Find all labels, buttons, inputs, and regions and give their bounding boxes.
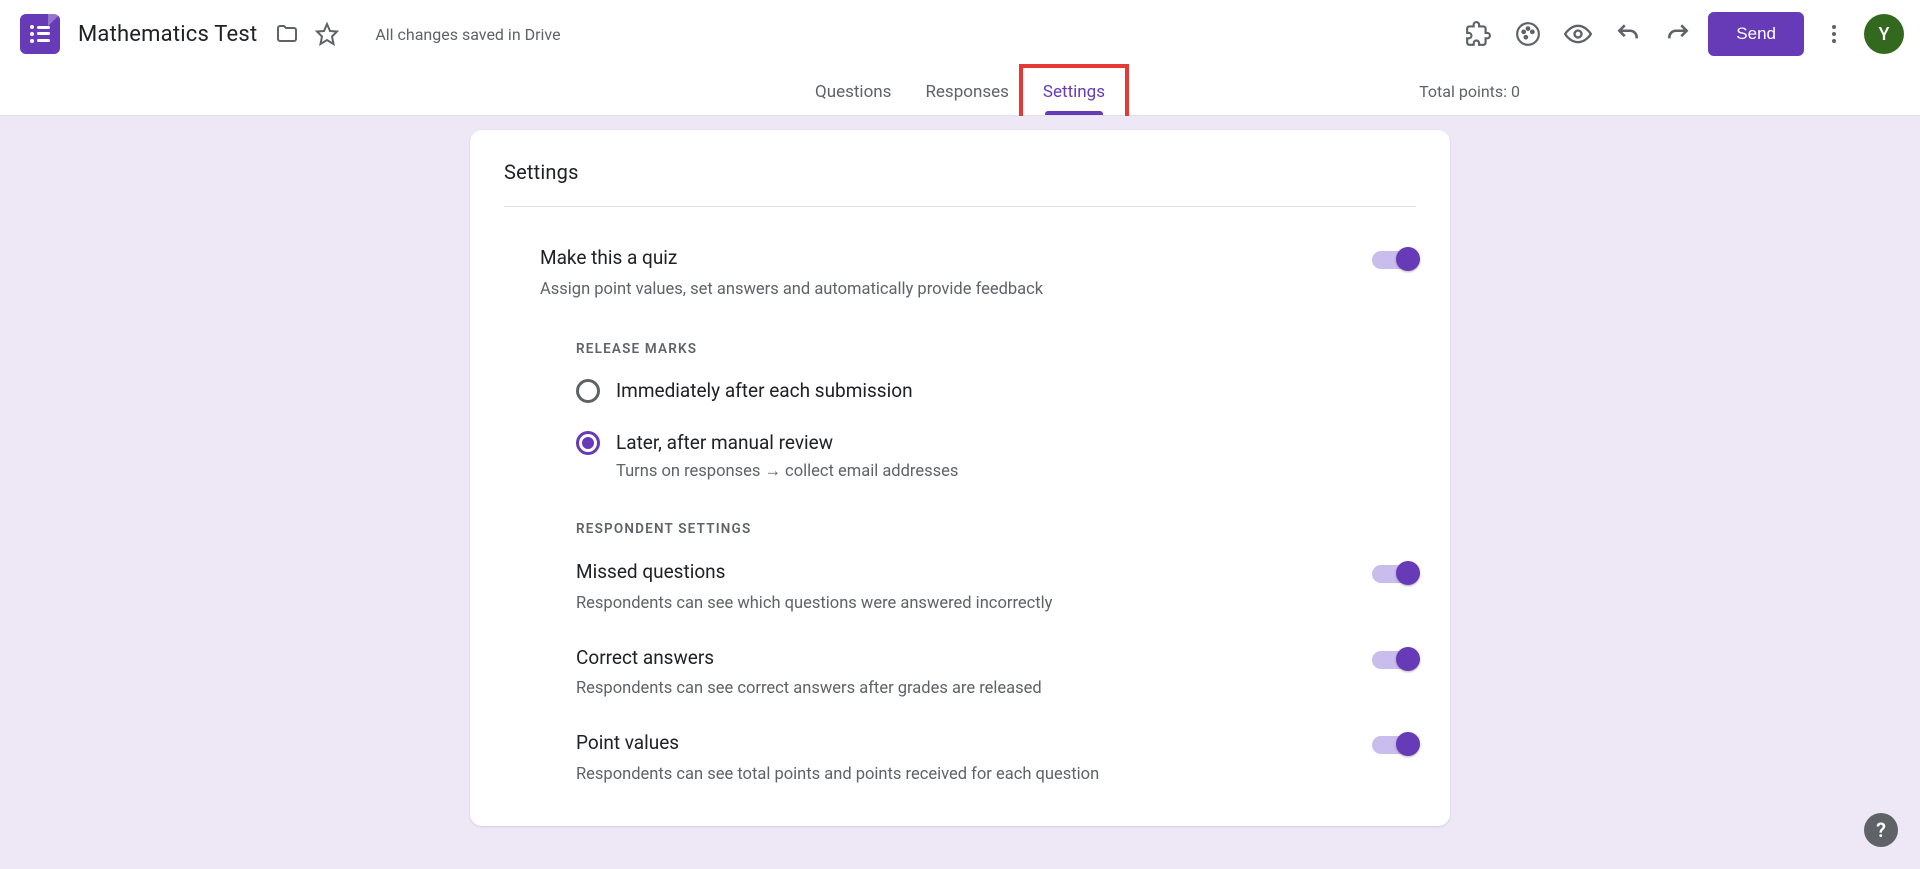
document-title[interactable]: Mathematics Test xyxy=(78,22,257,47)
more-options-icon[interactable] xyxy=(1814,14,1854,54)
settings-card: Settings Make this a quiz Assign point v… xyxy=(470,130,1450,826)
point-values-toggle[interactable] xyxy=(1372,736,1416,754)
preview-icon[interactable] xyxy=(1558,14,1598,54)
respondent-settings-heading: RESPONDENT SETTINGS xyxy=(576,521,1416,537)
addons-icon[interactable] xyxy=(1458,14,1498,54)
release-marks-heading: RELEASE MARKS xyxy=(576,341,1416,357)
save-status: All changes saved in Drive xyxy=(375,25,560,44)
release-option-label: Later, after manual review xyxy=(616,431,958,456)
account-avatar[interactable]: Y xyxy=(1864,14,1904,54)
quiz-toggle-desc: Assign point values, set answers and aut… xyxy=(540,278,1043,301)
tab-settings[interactable]: Settings xyxy=(1041,68,1107,115)
forms-logo-icon[interactable] xyxy=(20,14,60,54)
correct-answers-title: Correct answers xyxy=(576,645,1042,672)
correct-answers-desc: Respondents can see correct answers afte… xyxy=(576,677,1042,700)
divider xyxy=(504,206,1416,207)
undo-icon[interactable] xyxy=(1608,14,1648,54)
radio-icon xyxy=(576,431,600,455)
send-button[interactable]: Send xyxy=(1708,12,1804,56)
workspace-scroll-area[interactable]: Settings Make this a quiz Assign point v… xyxy=(0,116,1920,869)
correct-answers-toggle[interactable] xyxy=(1372,651,1416,669)
missed-questions-toggle[interactable] xyxy=(1372,565,1416,583)
point-values-title: Point values xyxy=(576,730,1099,757)
release-option-subtext: Turns on responses → collect email addre… xyxy=(616,462,958,481)
star-icon[interactable] xyxy=(307,14,347,54)
missed-questions-title: Missed questions xyxy=(576,559,1053,586)
help-icon[interactable]: ? xyxy=(1864,813,1898,847)
quiz-toggle-title: Make this a quiz xyxy=(540,245,1043,272)
release-option-label: Immediately after each submission xyxy=(616,379,913,404)
settings-heading: Settings xyxy=(504,160,1416,184)
redo-icon[interactable] xyxy=(1658,14,1698,54)
missed-questions-desc: Respondents can see which questions were… xyxy=(576,592,1053,615)
release-option-later[interactable]: Later, after manual review Turns on resp… xyxy=(576,431,1416,481)
point-values-desc: Respondents can see total points and poi… xyxy=(576,763,1099,786)
tab-responses[interactable]: Responses xyxy=(923,68,1010,115)
customize-theme-icon[interactable] xyxy=(1508,14,1548,54)
total-points-label: Total points: 0 xyxy=(1419,82,1520,101)
tab-questions[interactable]: Questions xyxy=(813,68,893,115)
quiz-toggle[interactable] xyxy=(1372,251,1416,269)
radio-icon xyxy=(576,379,600,403)
move-to-folder-icon[interactable] xyxy=(267,14,307,54)
release-option-immediate[interactable]: Immediately after each submission xyxy=(576,379,1416,404)
